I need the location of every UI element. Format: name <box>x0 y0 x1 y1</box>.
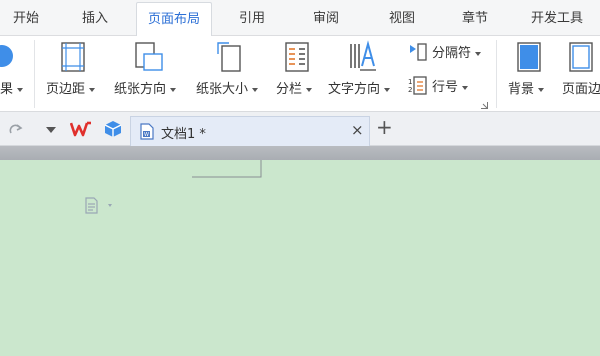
tab-list-dropdown-icon[interactable] <box>45 126 57 134</box>
document-tab-title: 文档1 * <box>161 127 206 142</box>
cube-app-icon[interactable] <box>104 120 122 138</box>
redo-icon[interactable] <box>8 122 24 136</box>
workspace-border <box>0 146 600 160</box>
tab-page-layout[interactable]: 页面布局 <box>136 2 212 37</box>
svg-text:1: 1 <box>408 78 412 86</box>
ribbon-divider <box>34 40 35 108</box>
tab-developer-tools[interactable]: 开发工具 <box>524 2 590 35</box>
tab-view[interactable]: 视图 <box>382 2 422 35</box>
ribbon-divider <box>496 40 497 108</box>
text-direction-label: 文字方向 <box>328 78 391 97</box>
breaks-button[interactable]: 分隔符 <box>406 40 492 64</box>
effects-button[interactable]: 果 <box>0 36 30 112</box>
paper-size-label: 纸张大小 <box>196 78 259 97</box>
document-tab[interactable]: W 文档1 * × <box>130 116 370 146</box>
paper-size-icon <box>217 42 241 72</box>
dialog-launcher-icon[interactable] <box>481 102 488 109</box>
text-direction-button[interactable]: 文字方向 <box>326 36 400 112</box>
breaks-icon <box>410 43 427 61</box>
orientation-icon <box>135 42 163 71</box>
new-tab-icon[interactable]: + <box>376 115 393 139</box>
orientation-label: 纸张方向 <box>114 78 177 97</box>
background-label: 背景 <box>508 78 545 97</box>
margins-button[interactable]: 页边距 <box>44 36 104 112</box>
wps-logo-icon[interactable] <box>70 121 92 137</box>
effects-label: 果 <box>0 78 24 97</box>
paste-options-icon[interactable] <box>84 197 116 215</box>
document-tab-strip: W 文档1 * × + <box>0 112 600 146</box>
effects-icon <box>0 45 13 67</box>
tab-review[interactable]: 审阅 <box>306 2 346 35</box>
svg-text:2: 2 <box>408 86 412 94</box>
columns-button[interactable]: 分栏 <box>274 36 322 112</box>
svg-text:W: W <box>144 132 149 138</box>
tab-insert[interactable]: 插入 <box>75 2 115 35</box>
line-numbers-icon: 1 2 <box>408 76 427 95</box>
tab-home[interactable]: 开始 <box>6 2 46 35</box>
page-border-label: 页面边 <box>562 82 600 97</box>
columns-icon <box>285 42 309 72</box>
background-button[interactable]: 背景 <box>506 36 554 112</box>
ribbon-toolbar: 果 页边距 纸张方向 纸张大小 分栏 文字方向 分隔符 1 2 行号 背景 页面… <box>0 36 600 112</box>
page-border-button[interactable]: 页面边 <box>560 36 600 112</box>
line-numbers-button[interactable]: 1 2 行号 <box>406 74 492 98</box>
margins-label: 页边距 <box>46 78 96 97</box>
line-numbers-label: 行号 <box>432 76 469 95</box>
tab-sections[interactable]: 章节 <box>455 2 495 35</box>
margins-icon <box>61 42 85 72</box>
columns-label: 分栏 <box>276 78 313 97</box>
background-icon <box>517 42 541 72</box>
page-border-icon <box>569 42 593 72</box>
document-canvas[interactable] <box>0 160 600 356</box>
breaks-label: 分隔符 <box>432 42 482 61</box>
menu-bar: 开始 插入 页面布局 引用 审阅 视图 章节 开发工具 <box>0 0 600 37</box>
close-tab-icon[interactable]: × <box>351 121 364 139</box>
text-direction-icon <box>350 40 376 71</box>
paper-size-button[interactable]: 纸张大小 <box>194 36 266 112</box>
orientation-button[interactable]: 纸张方向 <box>112 36 184 112</box>
tab-references[interactable]: 引用 <box>232 2 272 35</box>
document-icon: W <box>140 123 154 140</box>
page-corner-marker <box>192 160 262 178</box>
